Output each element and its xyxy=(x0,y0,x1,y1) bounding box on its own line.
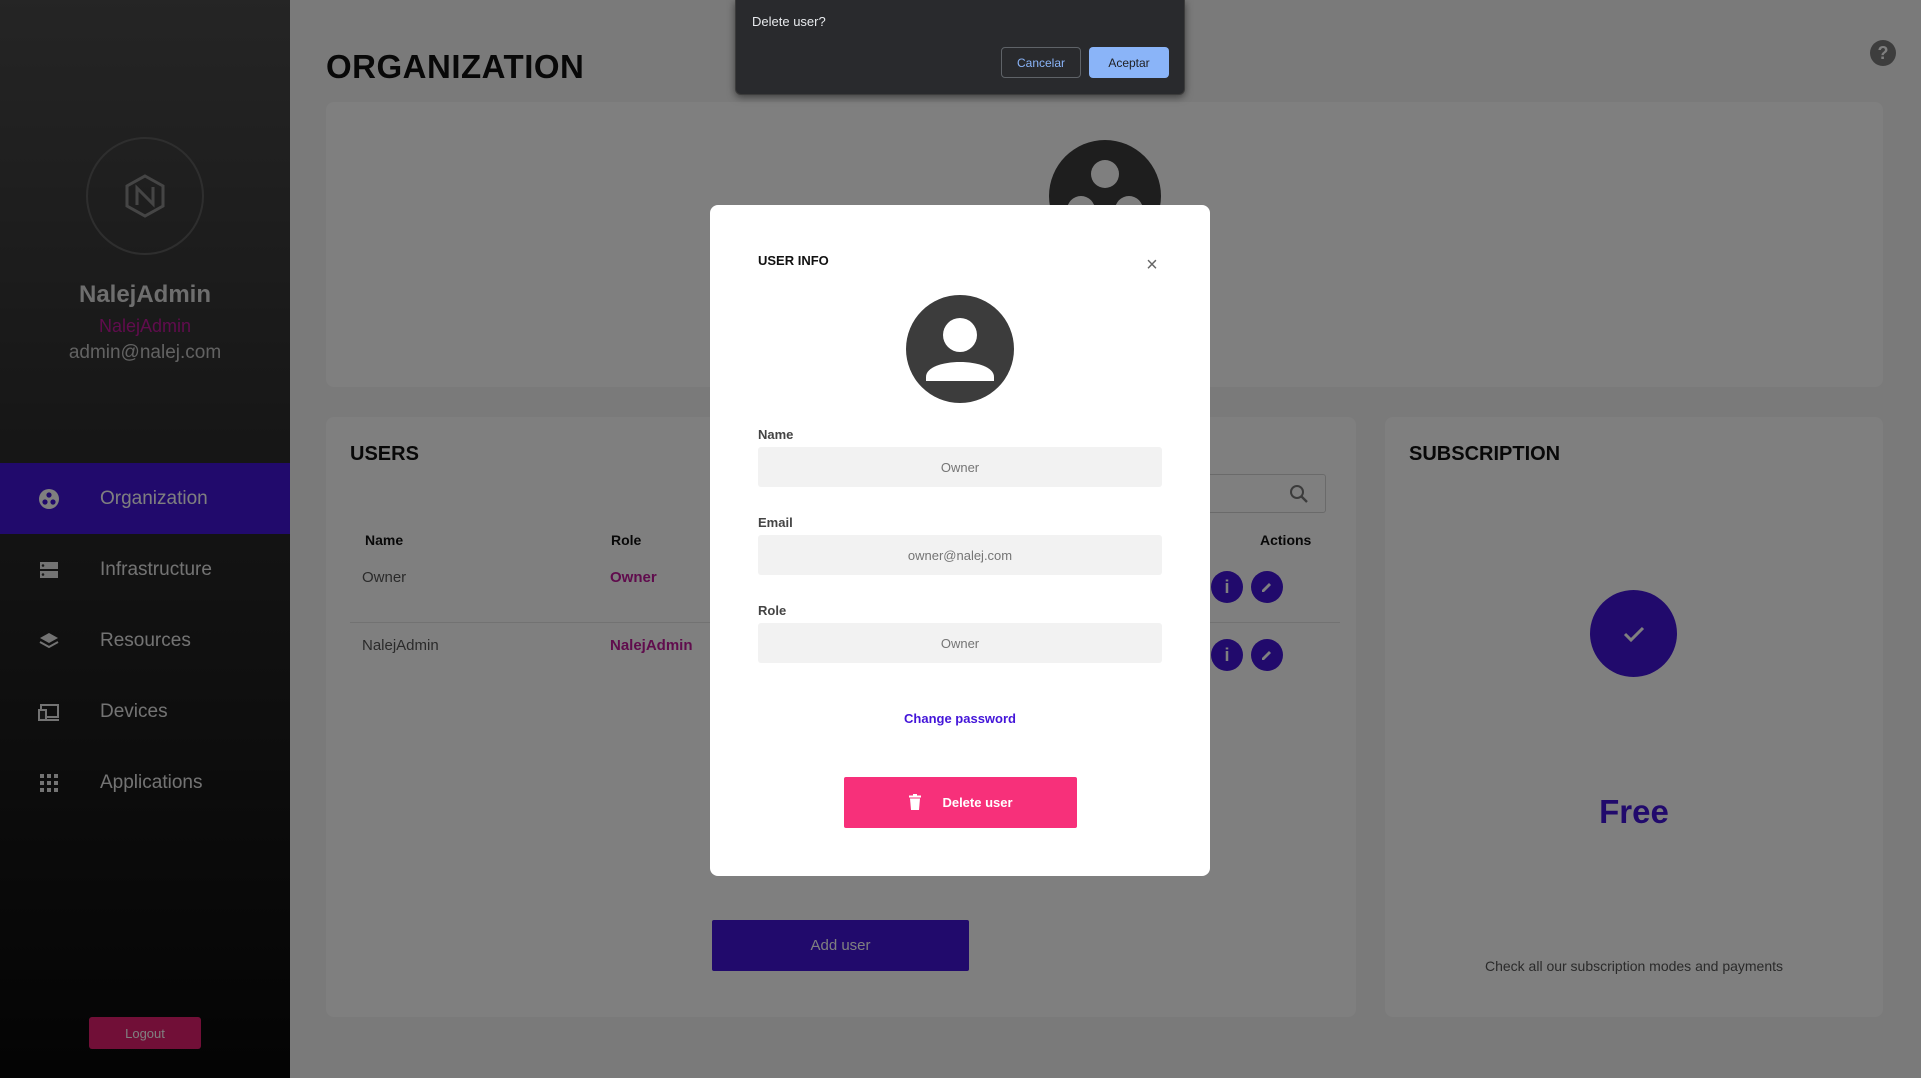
user-info-modal: USER INFO × Name Email Role Change passw… xyxy=(710,205,1210,876)
avatar xyxy=(906,295,1014,403)
close-icon[interactable]: × xyxy=(1142,255,1162,275)
email-field[interactable] xyxy=(758,535,1162,575)
name-label: Name xyxy=(758,427,794,442)
role-field[interactable] xyxy=(758,623,1162,663)
email-label: Email xyxy=(758,515,793,530)
confirm-message: Delete user? xyxy=(752,14,826,29)
user-icon xyxy=(926,318,994,381)
role-label: Role xyxy=(758,603,787,618)
modal-title: USER INFO xyxy=(758,253,829,268)
cancel-button[interactable]: Cancelar xyxy=(1001,47,1081,78)
delete-user-button[interactable]: Delete user xyxy=(844,777,1077,828)
confirm-dialog: Delete user? Cancelar Aceptar xyxy=(735,0,1185,95)
delete-user-label: Delete user xyxy=(942,795,1013,810)
name-field[interactable] xyxy=(758,447,1162,487)
accept-button[interactable]: Aceptar xyxy=(1089,47,1169,78)
trash-icon xyxy=(908,794,922,811)
change-password-link[interactable]: Change password xyxy=(710,711,1210,726)
